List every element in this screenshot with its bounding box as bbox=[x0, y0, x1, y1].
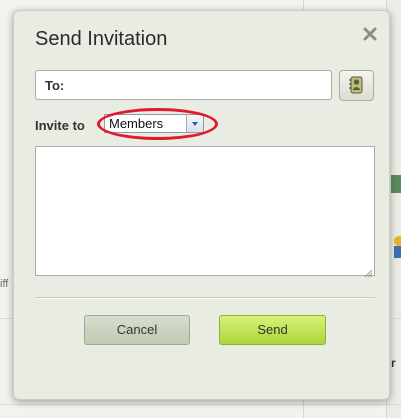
background-tab bbox=[391, 175, 401, 193]
invite-to-select[interactable]: Members bbox=[104, 114, 204, 133]
resize-grip-icon[interactable] bbox=[364, 265, 373, 278]
close-icon[interactable] bbox=[362, 26, 378, 42]
address-book-button[interactable] bbox=[339, 70, 374, 101]
invite-to-selected-value: Members bbox=[109, 116, 164, 131]
background-text: iff bbox=[0, 278, 9, 290]
dialog-title: Send Invitation bbox=[35, 28, 168, 50]
footer-divider bbox=[35, 297, 375, 299]
address-book-icon bbox=[349, 76, 363, 94]
background-text: r bbox=[391, 356, 396, 370]
cancel-button[interactable]: Cancel bbox=[84, 315, 190, 345]
send-invitation-dialog: Send Invitation To: Invite to Members Ca… bbox=[13, 10, 390, 400]
chevron-down-icon[interactable] bbox=[186, 115, 203, 132]
background-avatar-icon bbox=[391, 235, 401, 259]
background-divider bbox=[0, 404, 401, 405]
to-input[interactable] bbox=[76, 74, 330, 98]
message-textarea[interactable] bbox=[35, 146, 375, 276]
to-field[interactable]: To: bbox=[35, 70, 332, 100]
to-label: To: bbox=[45, 78, 65, 93]
send-button[interactable]: Send bbox=[219, 315, 326, 345]
invite-to-label: Invite to bbox=[35, 118, 85, 133]
